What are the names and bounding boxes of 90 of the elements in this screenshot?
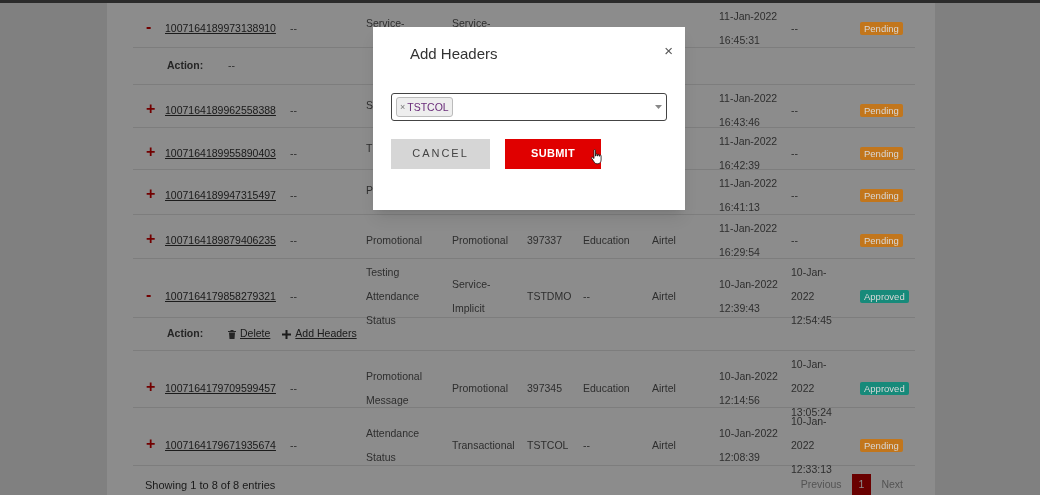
template-name: Service- <box>366 17 405 29</box>
table-cell: Education <box>583 234 630 246</box>
close-button[interactable]: × <box>664 43 673 58</box>
chip-label: TSTCOL <box>407 99 449 115</box>
created-date: 11-Jan-2022 16:45:31 <box>719 10 778 46</box>
created-date: 10-Jan-2022 12:39:43 <box>719 278 778 314</box>
created-date: 11-Jan-2022 16:42:39 <box>719 135 778 171</box>
record-id-link[interactable]: 1007164189955890403 <box>165 147 276 159</box>
status-badge: Pending <box>860 189 903 202</box>
status-badge: Approved <box>860 382 909 395</box>
dropdown-caret-icon <box>655 104 662 109</box>
template-name: Promotional Message <box>366 370 423 406</box>
table-cell: -- <box>290 22 297 34</box>
operator-cell: Airtel <box>652 382 676 394</box>
created-date: 11-Jan-2022 16:43:46 <box>719 92 778 128</box>
category-cell: Service- <box>452 17 491 29</box>
created-date: 11-Jan-2022 16:29:54 <box>719 222 778 258</box>
table-cell: -- <box>583 439 590 451</box>
approved-date: 10-Jan- 2022 12:33:13 <box>791 415 832 475</box>
header-cell: TSTCOL <box>527 439 569 451</box>
table-cell: -- <box>290 290 297 302</box>
header-cell: 397337 <box>527 234 563 246</box>
plus-icon <box>282 329 292 339</box>
action-label: Action: <box>167 58 205 74</box>
trash-icon <box>228 329 236 339</box>
template-name: Testing Attendance Status <box>366 266 420 326</box>
operator-cell: Airtel <box>652 290 676 302</box>
approved-date: -- <box>791 234 798 246</box>
table-cell: -- <box>290 189 297 201</box>
status-badge: Approved <box>860 290 909 303</box>
submit-button[interactable]: SUBMIT <box>505 138 601 169</box>
status-badge: Pending <box>860 234 903 247</box>
action-label: Action: <box>167 326 205 342</box>
expand-toggle[interactable]: + <box>146 101 156 117</box>
record-id-link[interactable]: 1007164189973138910 <box>165 22 276 34</box>
record-id-link[interactable]: 1007164189962558388 <box>165 104 276 116</box>
category-cell: Service- Implicit <box>452 278 491 314</box>
approved-date: -- <box>791 189 798 201</box>
approved-date: -- <box>791 147 798 159</box>
created-date: 10-Jan-2022 12:08:39 <box>719 427 778 463</box>
record-id-link[interactable]: 1007164179671935674 <box>165 439 276 451</box>
table-cell: -- <box>290 439 297 451</box>
status-badge: Pending <box>860 147 903 160</box>
table-cell: -- <box>290 104 297 116</box>
header-cell: 397345 <box>527 382 563 394</box>
collapse-toggle[interactable]: - <box>146 19 152 35</box>
entries-info: Showing 1 to 8 of 8 entries <box>145 477 276 493</box>
category-cell: Promotional <box>452 234 509 246</box>
created-date: 10-Jan-2022 12:14:56 <box>719 370 778 406</box>
status-badge: Pending <box>860 439 903 452</box>
table-cell: -- <box>290 382 297 394</box>
status-badge: Pending <box>860 104 903 117</box>
collapse-toggle[interactable]: - <box>146 287 152 303</box>
cancel-button[interactable]: CANCEL <box>391 138 490 169</box>
add-headers-link[interactable]: Add Headers <box>295 326 357 342</box>
expand-toggle[interactable]: + <box>146 379 156 395</box>
empty-value: -- <box>228 58 235 74</box>
table-cell: -- <box>583 290 590 302</box>
dialog-title: Add Headers <box>410 44 498 64</box>
record-id-link[interactable]: 1007164189879406235 <box>165 234 276 246</box>
template-name: Promotional <box>366 234 423 246</box>
delete-link[interactable]: Delete <box>240 326 271 342</box>
page-button[interactable]: 1 <box>851 474 872 495</box>
category-cell: Transactional <box>452 439 515 451</box>
template-name: P <box>366 184 373 196</box>
remove-chip-button[interactable]: × <box>400 97 406 116</box>
operator-cell: Airtel <box>652 234 676 246</box>
table-cell: Education <box>583 382 630 394</box>
template-name: Attendance Status <box>366 427 420 463</box>
template-name: S <box>366 99 373 111</box>
category-cell: Promotional <box>452 382 509 394</box>
status-badge: Pending <box>860 22 903 35</box>
expand-toggle[interactable]: + <box>146 436 156 452</box>
table-cell: -- <box>290 147 297 159</box>
created-date: 11-Jan-2022 16:41:13 <box>719 177 778 213</box>
headers-select-field[interactable]: × TSTCOL <box>391 92 667 121</box>
operator-cell: Airtel <box>652 439 676 451</box>
template-name: T <box>366 142 373 154</box>
expand-toggle[interactable]: + <box>146 144 156 160</box>
table-cell: -- <box>290 234 297 246</box>
approved-date: 10-Jan- 2022 13:05:24 <box>791 358 832 418</box>
record-id-link[interactable]: 1007164189947315497 <box>165 189 276 201</box>
expand-toggle[interactable]: + <box>146 186 156 202</box>
record-id-link[interactable]: 1007164179709599457 <box>165 382 276 394</box>
approved-date: -- <box>791 104 798 116</box>
expand-toggle[interactable]: + <box>146 231 156 247</box>
record-id-link[interactable]: 1007164179858279321 <box>165 290 276 302</box>
approved-date: 10-Jan- 2022 12:54:45 <box>791 266 832 326</box>
header-cell: TSTDMO <box>527 290 572 302</box>
approved-date: -- <box>791 22 798 34</box>
